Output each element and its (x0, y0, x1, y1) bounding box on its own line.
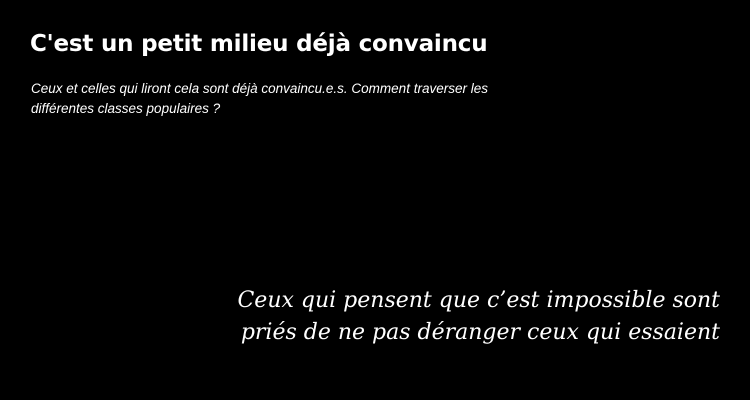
subtitle-line-1: Ceux et celles qui liront cela sont déjà… (31, 81, 488, 96)
quote-line-2: priés de ne pas déranger ceux qui essaie… (240, 320, 720, 345)
quote: Ceux qui pensent que c’est impossible so… (160, 285, 720, 349)
slide: C'est un petit milieu déjà convaincu Ceu… (0, 0, 750, 400)
quote-line-1: Ceux qui pensent que c’est impossible so… (237, 288, 720, 313)
subtitle-line-2: différentes classes populaires ? (31, 101, 221, 116)
slide-title: C'est un petit milieu déjà convaincu (30, 31, 488, 57)
slide-subtitle: Ceux et celles qui liront cela sont déjà… (31, 79, 531, 119)
